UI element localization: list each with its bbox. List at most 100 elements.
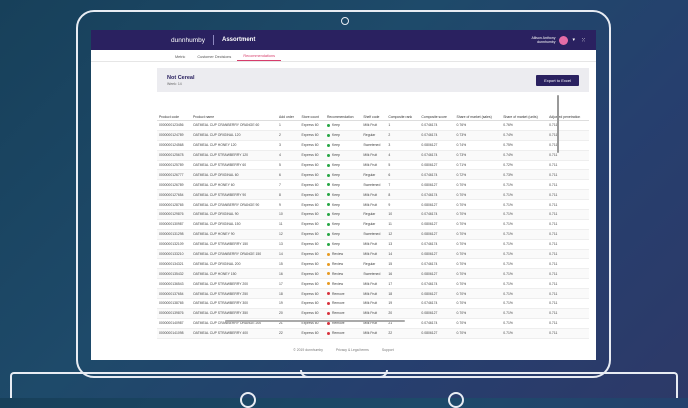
user-info[interactable]: Allison Anthony dunnhumby bbox=[532, 36, 556, 44]
table-cell: 0.711 bbox=[547, 249, 589, 260]
table-cell: 0.0746174 bbox=[419, 209, 455, 220]
table-row[interactable]: 0000000127654 OATMEAL CUP STRAWBERRY 90 8 E… bbox=[157, 189, 589, 201]
brand-logo[interactable]: dunnhumby bbox=[171, 37, 205, 44]
table-cell: Regular bbox=[361, 258, 387, 270]
table-cell: Milk Fruit bbox=[361, 199, 387, 211]
tab-metric[interactable]: Metric bbox=[169, 55, 191, 61]
table-cell: 2 bbox=[386, 130, 420, 141]
table-cell: 0.71% bbox=[501, 318, 548, 329]
recommendation-cell: Keep bbox=[324, 150, 362, 161]
table-cell: 8 bbox=[277, 189, 300, 201]
camera-icon bbox=[341, 17, 349, 25]
recommendation-cell: Review bbox=[324, 278, 362, 290]
tab-customer-decisions[interactable]: Customer Decisions bbox=[191, 55, 237, 61]
table-cell: 0.711 bbox=[547, 150, 589, 161]
table-cell: Sweetened bbox=[361, 140, 387, 151]
table-row[interactable]: 0000000126789 OATMEAL CUP HONEY 60 7 Expres… bbox=[157, 179, 589, 191]
tab-recommendations[interactable]: Recommendations bbox=[237, 54, 281, 61]
table-cell: OATMEAL CUP STRAWBERRY 60 bbox=[190, 160, 278, 171]
column-header[interactable]: Product code bbox=[157, 104, 191, 121]
table-cell: 0000000126777 bbox=[157, 169, 191, 181]
table-cell: Express 60 bbox=[299, 199, 325, 211]
table-cell: 9 bbox=[277, 199, 300, 211]
horizontal-scrollbar[interactable] bbox=[225, 320, 405, 322]
table-cell: 0000000134321 bbox=[157, 258, 191, 270]
table-row[interactable]: 0000000123456 OATMEAL CUP CRANBERRY ORANG… bbox=[157, 120, 589, 131]
recommendation-cell: Remove bbox=[324, 298, 362, 309]
table-cell: 22 bbox=[386, 328, 420, 339]
table-row[interactable]: 0000000132109 OATMEAL CUP STRAWBERRY 150 1… bbox=[157, 239, 589, 250]
column-header[interactable]: Composite score bbox=[419, 104, 455, 121]
table-row[interactable]: 0000000134321 OATMEAL CUP ORIGINAL 200 15 E… bbox=[157, 258, 589, 270]
table-row[interactable]: 0000000125789 OATMEAL CUP STRAWBERRY 60 5 E… bbox=[157, 160, 589, 171]
column-header[interactable]: Share of market (units) bbox=[501, 104, 548, 121]
table-row[interactable]: 0000000135432 OATMEAL CUP HONEY 150 16 Expr… bbox=[157, 268, 589, 280]
status-dot-icon bbox=[326, 183, 330, 187]
vertical-scrollbar[interactable] bbox=[557, 95, 559, 153]
status-label: Keep bbox=[331, 202, 340, 207]
table-row[interactable]: 0000000130987 OATMEAL CUP ORIGINAL 150 11 E… bbox=[157, 219, 589, 230]
status-dot-icon bbox=[326, 242, 330, 246]
table-row[interactable]: 0000000137654 OATMEAL CUP STRAWBERRY 250 1… bbox=[157, 288, 589, 300]
table-cell: Milk Fruit bbox=[361, 160, 387, 171]
apps-grid-icon[interactable]: ⁙ bbox=[581, 37, 586, 44]
column-header[interactable]: Store count bbox=[299, 104, 325, 121]
table-cell: 0.73% bbox=[501, 169, 548, 181]
table-cell: 13 bbox=[277, 239, 300, 250]
table-row[interactable]: 0000000125678 OATMEAL CUP STRAWBERRY 120 4… bbox=[157, 150, 589, 161]
table-cell: 0.70% bbox=[454, 278, 502, 290]
table-cell: 0.711 bbox=[547, 318, 589, 329]
recommendation-cell: Keep bbox=[324, 140, 362, 151]
table-cell: 0.0746174 bbox=[419, 120, 455, 131]
status-label: Review bbox=[331, 271, 344, 276]
table-row[interactable]: 0000000131298 OATMEAL CUP HONEY 90 12 Expre… bbox=[157, 229, 589, 240]
table-cell: Express 60 bbox=[299, 249, 325, 260]
column-header[interactable]: Adjusted penetration bbox=[547, 104, 589, 121]
table-row[interactable]: 0000000141098 OATMEAL CUP STRAWBERRY 400 2… bbox=[157, 328, 589, 339]
column-header[interactable]: Share of market (sales) bbox=[454, 104, 502, 121]
table-cell: 0000000135432 bbox=[157, 268, 191, 280]
table-row[interactable]: 0000000124789 OATMEAL CUP ORIGINAL 120 2 Ex… bbox=[157, 130, 589, 141]
table-cell: 12 bbox=[386, 229, 420, 240]
table-cell: 0000000123456 bbox=[157, 120, 191, 131]
chevron-down-icon[interactable]: ▾ bbox=[572, 37, 575, 43]
table-row[interactable]: 0000000128765 OATMEAL CUP CRANBERRY ORANG… bbox=[157, 199, 589, 211]
table-cell: Milk Fruit bbox=[361, 150, 387, 161]
table-cell: 0.0806127 bbox=[419, 288, 455, 300]
table-cell: 0.70% bbox=[454, 189, 502, 201]
table-cell: OATMEAL CUP STRAWBERRY 400 bbox=[190, 328, 278, 339]
table-cell: 0.71% bbox=[501, 328, 548, 339]
footer-privacy-link[interactable]: Privacy & Legal terms bbox=[336, 348, 369, 352]
table-cell: 0.0746174 bbox=[419, 239, 455, 250]
column-header[interactable]: Composite rank bbox=[386, 104, 420, 121]
table-row[interactable]: 0000000138765 OATMEAL CUP STRAWBERRY 300 1… bbox=[157, 298, 589, 309]
table-cell: 3 bbox=[277, 140, 300, 151]
column-header[interactable]: Add order bbox=[277, 104, 300, 121]
avatar[interactable] bbox=[559, 35, 569, 45]
recommendation-cell: Review bbox=[324, 268, 362, 280]
table-row[interactable]: 0000000136543 OATMEAL CUP STRAWBERRY 200 1… bbox=[157, 278, 589, 290]
table-cell: 0.711 bbox=[547, 258, 589, 270]
table-row[interactable]: 0000000126777 OATMEAL CUP ORIGINAL 60 6 Exp… bbox=[157, 169, 589, 181]
table-cell: OATMEAL CUP ORIGINAL 60 bbox=[190, 169, 278, 181]
export-button[interactable]: Export to Excel bbox=[536, 74, 579, 86]
table-cell: 0.711 bbox=[547, 130, 589, 141]
table-row[interactable]: 0000000139876 OATMEAL CUP STRAWBERRY 350 2… bbox=[157, 308, 589, 319]
table-cell: 6 bbox=[277, 169, 300, 181]
table-cell: Milk Fruit bbox=[361, 239, 387, 250]
table-cell: Express 60 bbox=[299, 150, 325, 161]
table-cell: 0000000139876 bbox=[157, 308, 191, 319]
column-header[interactable]: Recommendation bbox=[324, 104, 362, 121]
table-row[interactable]: 0000000133210 OATMEAL CUP CRANBERRY ORANG… bbox=[157, 249, 589, 260]
table-cell: 0.70% bbox=[454, 328, 502, 339]
footer-support-link[interactable]: Support bbox=[382, 348, 394, 352]
column-header[interactable]: Product name bbox=[190, 104, 278, 121]
table-row[interactable]: 0000000129876 OATMEAL CUP ORIGINAL 90 10 Ex… bbox=[157, 209, 589, 220]
status-dot-icon bbox=[326, 193, 330, 197]
table-row[interactable]: 0000000124568 OATMEAL CUP HONEY 120 3 Expre… bbox=[157, 140, 589, 151]
table-cell: OATMEAL CUP STRAWBERRY 120 bbox=[190, 150, 278, 161]
table-cell: Express 60 bbox=[299, 189, 325, 201]
column-header[interactable]: Shelf code bbox=[361, 104, 387, 121]
table-cell: 0.73% bbox=[454, 150, 502, 161]
topbar-divider bbox=[212, 35, 214, 45]
